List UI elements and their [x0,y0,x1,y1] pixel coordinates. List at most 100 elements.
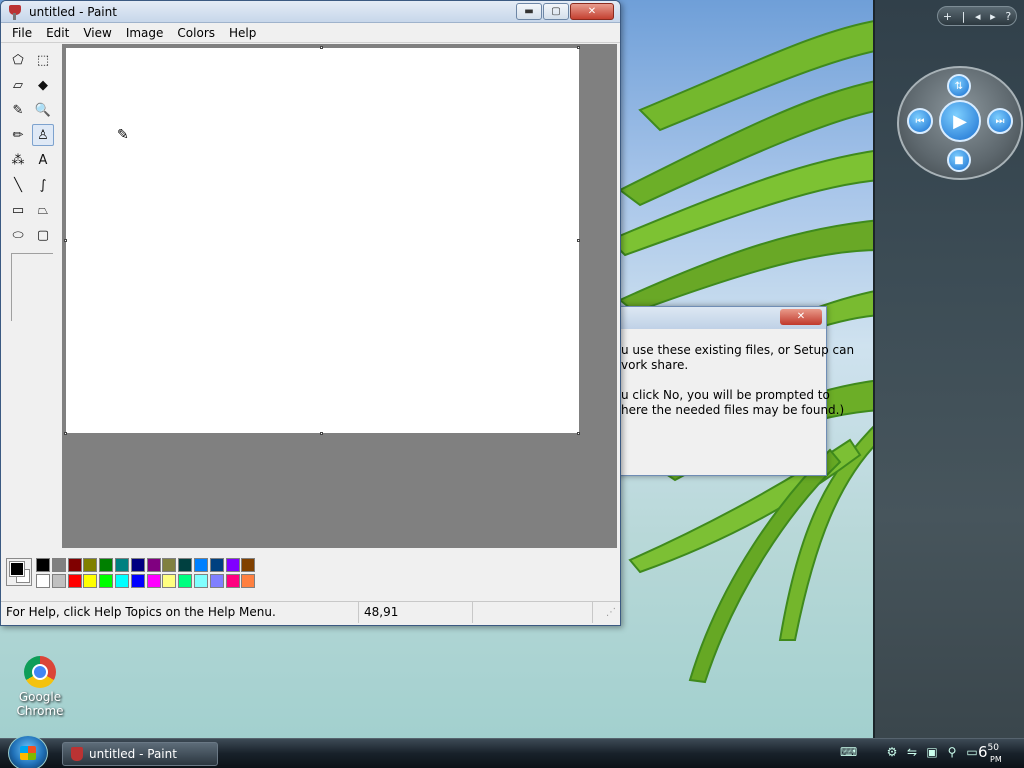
status-coordinates: 48,91 [359,602,473,623]
pencil-cursor-icon: ✎ [117,127,129,143]
next-icon[interactable]: ▸ [990,10,996,23]
curve-icon[interactable]: ∫ [32,174,54,196]
display-icon[interactable]: ▣ [924,744,940,760]
color-swatch[interactable] [178,574,193,588]
color-swatch[interactable] [99,574,114,588]
color-swatch[interactable] [99,558,114,572]
ellipse-icon[interactable]: ⬭ [7,224,29,246]
polygon-icon[interactable]: ⏢ [32,199,54,221]
add-gadget-icon[interactable]: + [943,10,952,23]
color-swatch[interactable] [241,574,256,588]
magnifier-icon[interactable]: 🔍 [32,99,54,121]
color-swatch[interactable] [209,558,224,572]
taskbar-item-label: untitled - Paint [89,747,177,761]
menu-help[interactable]: Help [222,26,263,40]
paint-app-icon [7,4,23,20]
color-swatch[interactable] [83,574,98,588]
keyboard-icon[interactable]: ⌨ [840,744,857,760]
windows-sidebar: + | ◂ ▸ ? ⇅ ⏮ ▶ ⏭ ■ [873,0,1024,738]
color-swatch[interactable] [193,558,208,572]
prev-icon[interactable]: ◂ [975,10,981,23]
paint-window: untitled - Paint ▬ ▢ ✕ File Edit View Im… [0,0,621,626]
minimize-button[interactable]: ▬ [516,3,542,20]
network-icon[interactable]: ⇋ [904,744,920,760]
line-icon[interactable]: ╲ [7,174,29,196]
clock[interactable]: 650 PM [978,743,1002,764]
color-swatch[interactable] [130,574,145,588]
color-swatch[interactable] [130,558,145,572]
chrome-icon [24,656,56,688]
sidebar-controls[interactable]: + | ◂ ▸ ? [937,6,1017,26]
paint-titlebar[interactable]: untitled - Paint ▬ ▢ ✕ [1,1,620,23]
shuffle-icon[interactable]: ⇅ [947,74,971,98]
paint-taskbar-icon [71,747,83,761]
color-swatch[interactable] [241,558,256,572]
size-grip-icon[interactable]: ⋰ [593,607,620,618]
dialog-close-button[interactable]: ✕ [780,309,822,325]
stop-icon[interactable]: ■ [947,148,971,172]
color-swatch[interactable] [114,574,129,588]
taskbar-item-paint[interactable]: untitled - Paint [62,742,218,766]
color-swatch[interactable] [146,558,161,572]
color-swatch[interactable] [178,558,193,572]
status-size [473,602,593,623]
dialog-text-line: here the needed files may be found.) [621,403,845,417]
color-swatch[interactable] [67,574,82,588]
color-swatch[interactable] [36,574,50,588]
eraser-icon[interactable]: ▱ [7,74,29,96]
menu-edit[interactable]: Edit [39,26,76,40]
fill-bucket-icon[interactable]: ◆ [32,74,54,96]
next-track-icon[interactable]: ⏭ [987,108,1013,134]
start-button[interactable] [8,735,48,768]
menu-file[interactable]: File [5,26,39,40]
rounded-rect-icon[interactable]: ▢ [32,224,54,246]
menu-image[interactable]: Image [119,26,171,40]
media-player-gadget: ⇅ ⏮ ▶ ⏭ ■ [897,66,1023,180]
color-swatch[interactable] [162,558,177,572]
resize-handle[interactable] [577,239,580,242]
resize-handle[interactable] [577,432,580,435]
free-form-select-icon[interactable]: ⬠ [7,49,29,71]
resize-handle[interactable] [320,432,323,435]
color-swatch[interactable] [51,574,66,588]
pencil-icon[interactable]: ✏ [7,124,29,146]
menu-view[interactable]: View [76,26,118,40]
status-help-text: For Help, click Help Topics on the Help … [1,602,359,623]
desktop-icon-google-chrome[interactable]: Google Chrome [10,656,70,718]
maximize-button[interactable]: ▢ [543,3,569,20]
search-icon[interactable]: ⚲ [944,744,960,760]
clock-hour: 6 [978,743,988,761]
settings-icon[interactable]: ⚙ [884,744,900,760]
color-swatch[interactable] [114,558,129,572]
system-tray: ⌨ ⚙ ⇋ ▣ ⚲ ▭ [840,744,980,760]
color-swatch[interactable] [225,574,240,588]
play-icon[interactable]: ▶ [939,100,981,142]
color-swatch[interactable] [67,558,82,572]
color-swatch[interactable] [225,558,240,572]
airbrush-icon[interactable]: ⁂ [7,149,29,171]
help-icon[interactable]: ? [1005,10,1011,23]
color-picker-icon[interactable]: ✎ [7,99,29,121]
color-swatch[interactable] [51,558,66,572]
rectangle-icon[interactable]: ▭ [7,199,29,221]
close-button[interactable]: ✕ [570,3,614,20]
color-swatch[interactable] [36,558,50,572]
status-bar: For Help, click Help Topics on the Help … [1,601,620,623]
color-swatch[interactable] [162,574,177,588]
brush-icon[interactable]: ♙ [32,124,54,146]
toolbox: ⬠ ⬚ ▱ ◆ ✎ 🔍 ✏ ♙ ⁂ A ╲ ∫ ▭ ⏢ ⬭ ▢ [5,47,61,547]
drawing-canvas[interactable]: ✎ [66,48,579,433]
rect-select-icon[interactable]: ⬚ [32,49,54,71]
dialog-text-line: u click No, you will be prompted to [621,388,830,402]
resize-handle [64,239,67,242]
color-swatch[interactable] [83,558,98,572]
color-swatch[interactable] [209,574,224,588]
tool-options-box[interactable] [11,253,53,321]
menu-colors[interactable]: Colors [170,26,222,40]
text-icon[interactable]: A [32,149,54,171]
desktop-icon-label: Google Chrome [16,690,64,718]
color-swatch[interactable] [193,574,208,588]
dialog-titlebar[interactable]: ✕ [613,307,826,329]
color-swatch[interactable] [146,574,161,588]
previous-track-icon[interactable]: ⏮ [907,108,933,134]
